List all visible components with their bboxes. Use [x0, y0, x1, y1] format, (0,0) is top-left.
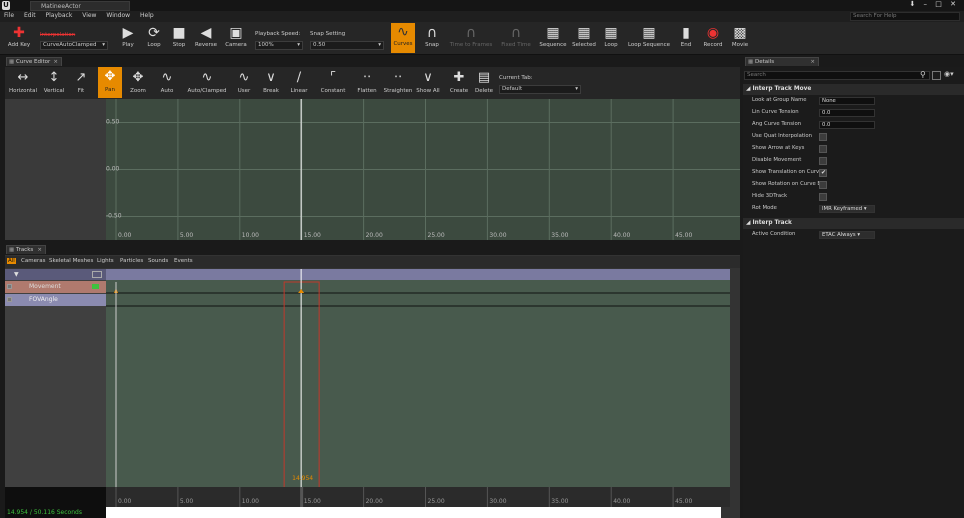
section-interp-track-move[interactable]: ◢ Interp Track Move [743, 84, 964, 95]
property-row: Look at Group Name None [752, 97, 952, 108]
eye-icon[interactable]: ◉▾ [944, 70, 954, 78]
property-checkbox[interactable] [819, 193, 827, 201]
group-timeline-row [106, 269, 730, 280]
details-tab[interactable]: Details [745, 57, 819, 66]
property-row: Rot Mode IMR Keyframed ▾ [752, 205, 952, 216]
search-icon: ⚲ [920, 70, 926, 79]
property-label: Show Arrow at Keys [752, 145, 805, 151]
property-label: Look at Group Name [752, 97, 807, 103]
property-row: Ang Curve Tension 0.0 [752, 121, 952, 132]
property-value-field[interactable]: 0.0 [819, 109, 875, 117]
property-checkbox[interactable] [819, 181, 827, 189]
property-row: Show Translation on Curv [752, 169, 952, 180]
property-value-field[interactable]: 0.0 [819, 121, 875, 129]
ruler-tick-label: 40.00 [613, 498, 630, 505]
property-label: Hide 3DTrack [752, 193, 788, 199]
property-label: Show Rotation on Curve E [752, 181, 821, 187]
property-checkbox[interactable] [819, 145, 827, 153]
ruler-tick-label: 15.00 [304, 498, 321, 505]
cursor-time-label: 14.954 [292, 475, 313, 482]
property-row: Active Condition ETAC Always ▾ [752, 231, 952, 242]
property-value-field[interactable]: None [819, 97, 875, 105]
ruler-tick-label: 25.00 [428, 498, 445, 505]
property-label: Ang Curve Tension [752, 121, 802, 127]
ruler-tick-label: 45.00 [675, 498, 692, 505]
ruler-tick-label: 35.00 [551, 498, 568, 505]
property-label: Use Quat Interpolation [752, 133, 813, 139]
property-checkbox[interactable] [819, 157, 827, 165]
property-row: Disable Movement [752, 157, 952, 168]
section-interp-track[interactable]: ◢ Interp Track [743, 218, 964, 229]
property-dropdown[interactable]: IMR Keyframed ▾ [819, 205, 875, 213]
ruler-tick-label: 30.00 [489, 498, 506, 505]
ruler-tick-label: 5.00 [180, 498, 194, 505]
property-row: Show Rotation on Curve E [752, 181, 952, 192]
ruler-tick-label: 0.00 [118, 498, 132, 505]
property-row: Use Quat Interpolation [752, 133, 952, 144]
property-row: Show Arrow at Keys [752, 145, 952, 156]
property-row: Hide 3DTrack [752, 193, 952, 204]
property-label: Disable Movement [752, 157, 802, 163]
property-label: Rot Mode [752, 205, 777, 211]
property-dropdown[interactable]: ETAC Always ▾ [819, 231, 875, 239]
timeline-scrollbar [106, 507, 721, 518]
property-label: Show Translation on Curv [752, 169, 820, 175]
ruler-tick-label: 10.00 [242, 498, 259, 505]
ruler-tick-label: 20.00 [366, 498, 383, 505]
property-row: Lin Curve Tension 0.0 [752, 109, 952, 120]
movement-key [298, 289, 305, 293]
time-ruler [106, 487, 730, 507]
ruler-cursor-marker [300, 487, 304, 507]
property-label: Lin Curve Tension [752, 109, 799, 115]
property-checkbox[interactable] [819, 169, 827, 177]
property-checkbox[interactable] [819, 133, 827, 141]
property-label: Active Condition [752, 231, 796, 237]
details-panel: Search ⚲ ◉▾ ◢ Interp Track Move Look at … [743, 67, 964, 518]
details-search-input[interactable]: Search [744, 71, 930, 80]
grid-view-icon[interactable] [932, 71, 941, 80]
